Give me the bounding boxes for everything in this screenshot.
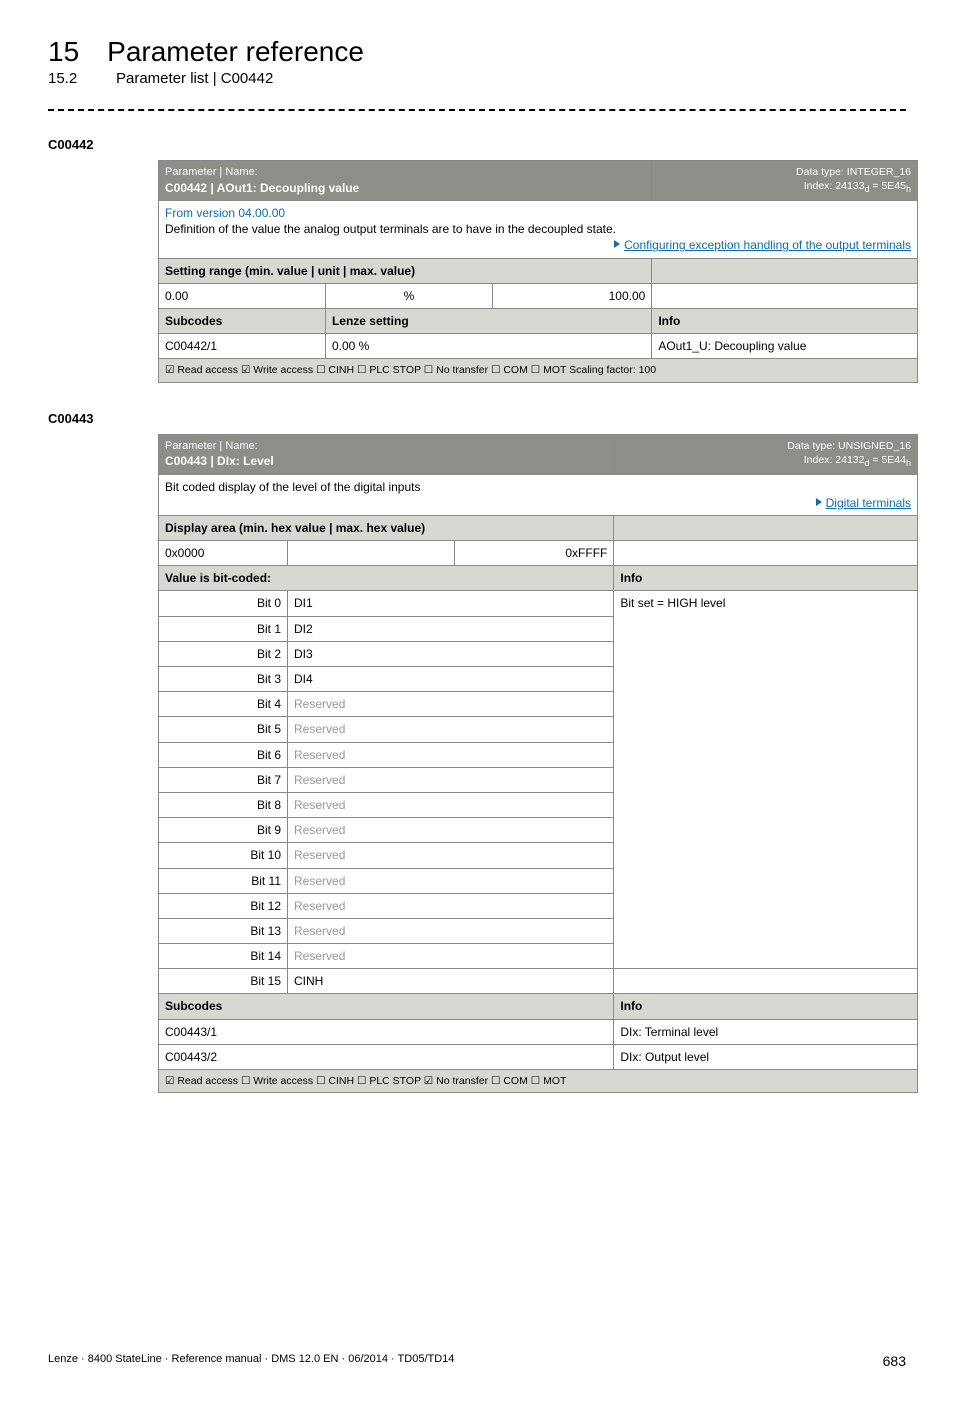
empty-cell — [614, 515, 918, 540]
bit-label: Bit 11 — [159, 868, 288, 893]
setting-unit: % — [325, 283, 492, 308]
bit-label: Bit 8 — [159, 792, 288, 817]
table-header-right: Data type: INTEGER_16 Index: 24133d = 5E… — [652, 161, 918, 201]
info-header: Info — [652, 308, 918, 333]
bit-label: Bit 0 — [159, 591, 288, 616]
bit-label: Bit 9 — [159, 818, 288, 843]
bit-label: Bit 1 — [159, 616, 288, 641]
lenze-value-cell: 0.00 % — [325, 334, 651, 359]
info-header: Info — [614, 566, 918, 591]
data-type: Data type: INTEGER_16 — [658, 165, 911, 179]
page-number: 683 — [883, 1353, 906, 1369]
setting-min: 0.00 — [159, 283, 326, 308]
empty-cell — [614, 969, 918, 994]
bit-label: Bit 4 — [159, 692, 288, 717]
footer-left: Lenze · 8400 StateLine · Reference manua… — [48, 1353, 454, 1369]
table-header-right: Data type: UNSIGNED_16 Index: 24132d = 5… — [614, 434, 918, 474]
bit-value: Reserved — [288, 944, 614, 969]
bit-value: CINH — [288, 969, 614, 994]
triangle-icon — [816, 498, 822, 506]
parameter-name-value: C00442 | AOut1: Decoupling value — [165, 180, 645, 196]
bit-value: Reserved — [288, 918, 614, 943]
subcodes-header: Subcodes — [159, 308, 326, 333]
table-c00442: Parameter | Name: C00442 | AOut1: Decoup… — [158, 160, 918, 383]
subchapter-title: Parameter list | C00442 — [116, 70, 273, 87]
bit-label: Bit 5 — [159, 717, 288, 742]
description-text: Definition of the value the analog outpu… — [165, 221, 911, 237]
bit-value: DI2 — [288, 616, 614, 641]
bit-value: DI3 — [288, 641, 614, 666]
triangle-icon — [614, 240, 620, 248]
chapter-number: 15 — [48, 36, 79, 68]
bit-value: Reserved — [288, 717, 614, 742]
subcode-info-cell: DIx: Output level — [614, 1044, 918, 1069]
bit-info: Bit set = HIGH level — [614, 591, 918, 969]
info-value-cell: AOut1_U: Decoupling value — [652, 334, 918, 359]
chapter-title: Parameter reference — [107, 36, 364, 68]
access-footer: ☑ Read access ☐ Write access ☐ CINH ☐ PL… — [159, 1070, 918, 1093]
table-header-left: Parameter | Name: C00443 | DIx: Level — [159, 434, 614, 474]
bit-label: Bit 2 — [159, 641, 288, 666]
subcode-info-cell: DIx: Terminal level — [614, 1019, 918, 1044]
index-value: Index: 24133d = 5E45h — [658, 179, 911, 195]
subchapter-heading: 15.2 Parameter list | C00442 — [48, 70, 906, 87]
bit-value: Reserved — [288, 742, 614, 767]
lenze-setting-header: Lenze setting — [325, 308, 651, 333]
bit-value: Reserved — [288, 868, 614, 893]
bit-label: Bit 14 — [159, 944, 288, 969]
index-value: Index: 24132d = 5E44h — [620, 453, 911, 469]
subcode-cell: C00443/1 — [159, 1019, 614, 1044]
parameter-name-value: C00443 | DIx: Level — [165, 453, 607, 469]
subcode-cell: C00443/2 — [159, 1044, 614, 1069]
empty-cell — [614, 541, 918, 566]
bit-value: DI1 — [288, 591, 614, 616]
description-cell: Bit coded display of the level of the di… — [159, 474, 918, 515]
subcode-cell: C00442/1 — [159, 334, 326, 359]
version-text: From version 04.00.00 — [165, 205, 911, 221]
table-c00443: Parameter | Name: C00443 | DIx: Level Da… — [158, 434, 918, 1094]
parameter-name-label: Parameter | Name: — [165, 439, 607, 454]
setting-max: 100.00 — [492, 283, 651, 308]
table-header-left: Parameter | Name: C00442 | AOut1: Decoup… — [159, 161, 652, 201]
empty-cell — [652, 258, 918, 283]
bit-coded-header: Value is bit-coded: — [159, 566, 614, 591]
bit-value: Reserved — [288, 792, 614, 817]
link-digital-terminals[interactable]: Digital terminals — [826, 496, 911, 510]
bit-label: Bit 3 — [159, 667, 288, 692]
bit-label: Bit 12 — [159, 893, 288, 918]
bit-value: Reserved — [288, 692, 614, 717]
subchapter-number: 15.2 — [48, 70, 88, 87]
chapter-heading: 15 Parameter reference — [48, 36, 906, 68]
parameter-code-c00442: C00442 — [48, 137, 906, 152]
setting-range-header: Setting range (min. value | unit | max. … — [159, 258, 652, 283]
bit-label: Bit 15 — [159, 969, 288, 994]
parameter-code-c00443: C00443 — [48, 411, 906, 426]
description-text: Bit coded display of the level of the di… — [165, 479, 911, 495]
bit-label: Bit 7 — [159, 767, 288, 792]
bit-value: DI4 — [288, 667, 614, 692]
bit-label: Bit 10 — [159, 843, 288, 868]
display-area-header: Display area (min. hex value | max. hex … — [159, 515, 614, 540]
subcodes-header: Subcodes — [159, 994, 614, 1019]
page-footer: Lenze · 8400 StateLine · Reference manua… — [48, 1353, 906, 1369]
info-header: Info — [614, 994, 918, 1019]
display-max: 0xFFFF — [454, 541, 613, 566]
bit-value: Reserved — [288, 767, 614, 792]
display-min: 0x0000 — [159, 541, 288, 566]
bit-label: Bit 13 — [159, 918, 288, 943]
link-configuring-exception[interactable]: Configuring exception handling of the ou… — [624, 238, 911, 252]
description-cell: From version 04.00.00 Definition of the … — [159, 201, 918, 259]
data-type: Data type: UNSIGNED_16 — [620, 439, 911, 453]
divider-line — [48, 109, 906, 111]
bit-value: Reserved — [288, 893, 614, 918]
bit-value: Reserved — [288, 843, 614, 868]
bit-label: Bit 6 — [159, 742, 288, 767]
empty-cell — [288, 541, 455, 566]
empty-cell — [652, 283, 918, 308]
parameter-name-label: Parameter | Name: — [165, 165, 645, 180]
bit-value: Reserved — [288, 818, 614, 843]
access-footer: ☑ Read access ☑ Write access ☐ CINH ☐ PL… — [159, 359, 918, 382]
